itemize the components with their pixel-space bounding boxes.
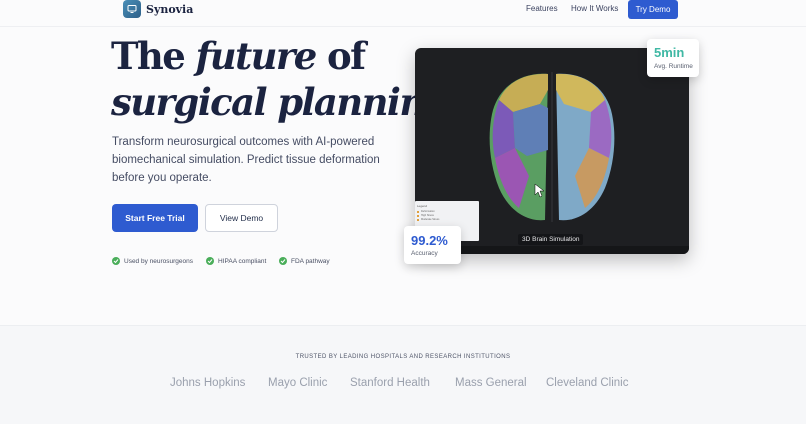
brain-simulation-viewer[interactable]: Legend Deformation High Stress Moderate … <box>415 48 689 254</box>
nav-link-features[interactable]: Features <box>526 4 558 13</box>
view-demo-button[interactable]: View Demo <box>205 204 278 232</box>
check-icon <box>279 257 287 265</box>
runtime-stat-card: 5min Avg. Runtime <box>647 39 699 77</box>
top-nav: Synovia Features How It Works Try Demo <box>0 0 806 26</box>
badge-fda: FDA pathway <box>279 257 330 265</box>
brand-name[interactable]: Synovia <box>146 3 193 16</box>
trusted-section <box>0 325 806 424</box>
check-icon <box>206 257 214 265</box>
legend-item: Deformation <box>417 210 435 213</box>
legend-item: Moderate Stress <box>417 218 439 221</box>
trusted-label: TRUSTED BY LEADING HOSPITALS AND RESEARC… <box>295 354 511 360</box>
start-free-trial-button[interactable]: Start Free Trial <box>112 204 198 232</box>
hospital-logo-mayo-clinic: Mayo Clinic <box>268 377 328 389</box>
nav-divider <box>0 26 806 27</box>
hospital-logo-stanford-health: Stanford Health <box>350 377 430 389</box>
hospital-logo-johns-hopkins: Johns Hopkins <box>170 377 246 389</box>
hospital-logo-cleveland-clinic: Cleveland Clinic <box>546 377 629 389</box>
accuracy-stat-card: 99.2% Accuracy <box>404 226 461 264</box>
check-icon <box>112 257 120 265</box>
badge-hipaa: HIPAA compliant <box>206 257 266 265</box>
monitor-icon[interactable] <box>123 0 141 18</box>
try-demo-button[interactable]: Try Demo <box>628 0 678 19</box>
hero-headline-line1: The future of <box>111 34 366 78</box>
simulation-label: 3D Brain Simulation <box>518 234 584 245</box>
legend-item: High Stress <box>417 214 434 217</box>
badge-neurosurgeons: Used by neurosurgeons <box>112 257 193 265</box>
hero-subtitle: Transform neurosurgical outcomes with AI… <box>112 136 380 184</box>
nav-link-how-it-works[interactable]: How It Works <box>571 4 618 13</box>
hospital-logo-mass-general: Mass General <box>455 377 527 389</box>
hero-headline-line2: surgical planning <box>111 80 451 124</box>
